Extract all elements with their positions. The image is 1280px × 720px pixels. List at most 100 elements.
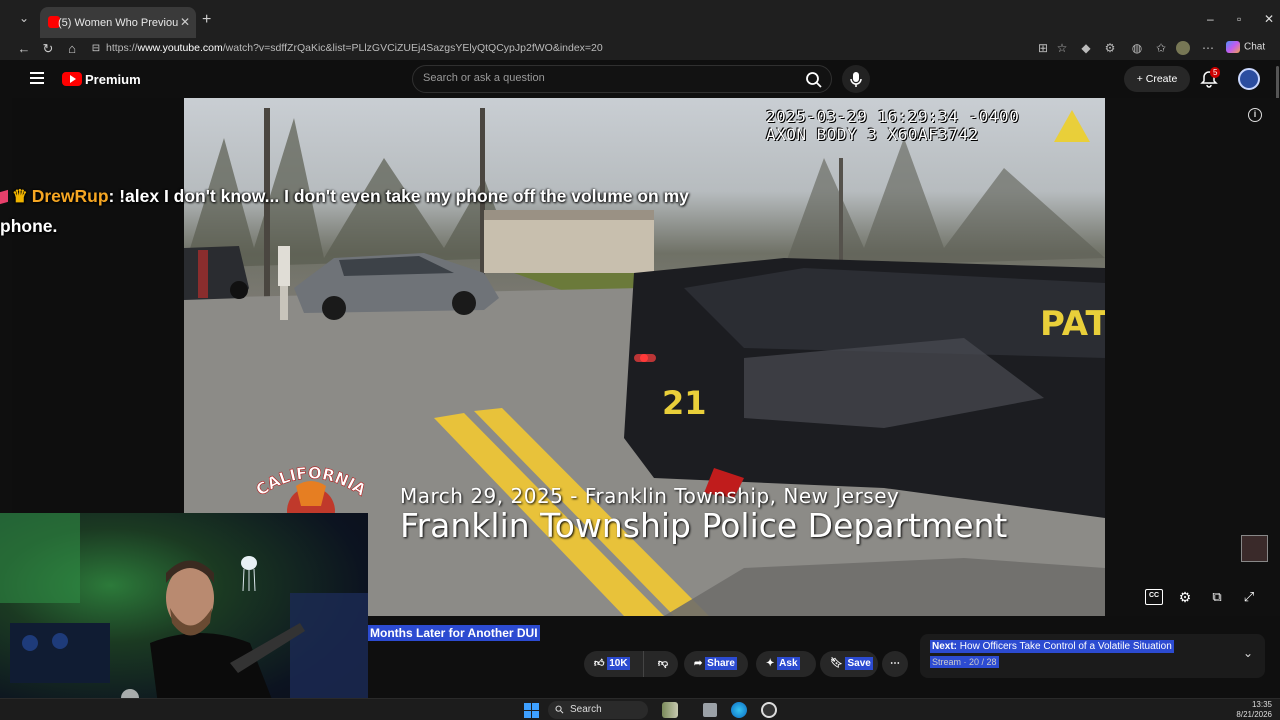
chat-badge-icon xyxy=(0,189,8,205)
save-label: Save xyxy=(845,657,873,670)
system-clock[interactable]: 13:35 8/21/2026 xyxy=(1236,700,1272,720)
chat-username: DrewRup xyxy=(31,186,109,206)
search-box xyxy=(412,65,832,93)
create-button[interactable]: + Create xyxy=(1124,66,1190,92)
next-title-text: How Officers Take Control of a Volatile … xyxy=(959,641,1172,652)
search-icon[interactable] xyxy=(805,71,823,89)
url-host: www.youtube.com xyxy=(137,42,223,54)
url-prefix: https:// xyxy=(106,42,138,54)
thumbs-down-icon: 👎︎ xyxy=(657,658,669,669)
url-path: /watch?v=sdffZrQaKic&list=PLlzGVCiZUEj4S… xyxy=(222,42,603,54)
share-label: Share xyxy=(705,657,737,670)
file-explorer-icon[interactable] xyxy=(703,703,717,717)
taskbar-search[interactable]: Search xyxy=(548,701,648,719)
channel-badge-thumbnail[interactable] xyxy=(1241,535,1268,562)
department-caption: Franklin Township Police Department xyxy=(400,506,1008,545)
jellyfish-lamp-icon xyxy=(241,556,257,592)
car-number: 21 xyxy=(662,384,707,422)
next-prefix: Next: xyxy=(932,641,960,652)
profile-avatar-icon[interactable] xyxy=(1176,41,1190,55)
back-arrow-icon[interactable]: ← xyxy=(16,41,32,57)
create-label: Create xyxy=(1145,73,1178,85)
youtube-play-icon xyxy=(62,72,82,86)
tab-close-icon[interactable]: ✕ xyxy=(180,15,190,29)
edge-browser-icon[interactable] xyxy=(731,702,747,718)
search-input[interactable] xyxy=(423,72,783,84)
reload-icon[interactable]: ↻ xyxy=(40,41,56,57)
create-plus-icon: + xyxy=(1136,73,1146,85)
account-avatar[interactable] xyxy=(1238,68,1260,90)
site-info-icon[interactable]: ⊟ xyxy=(88,41,104,57)
patrol-text: PAT xyxy=(1040,304,1105,344)
extension-camera-icon[interactable]: ◍ xyxy=(1130,41,1144,55)
left-margin xyxy=(12,98,184,513)
youtube-premium-logo[interactable]: Premium xyxy=(62,71,141,87)
playlist-position: Stream · 20 / 28 xyxy=(930,656,999,668)
fullscreen-icon[interactable]: ⤢ xyxy=(1240,589,1258,605)
webcam-scene xyxy=(0,513,368,720)
home-icon[interactable]: ⌂ xyxy=(64,41,80,57)
expand-chevron-icon[interactable]: ⌄ xyxy=(1243,646,1253,660)
like-count: 10K xyxy=(607,657,630,670)
bodycam-stamp: 2025-03-29 16:29:34 -0400 AXON BODY 3 X6… xyxy=(766,108,1019,144)
next-video-title: Next: How Officers Take Control of a Vol… xyxy=(930,640,1174,653)
clock-time: 13:35 xyxy=(1251,700,1272,709)
minimize-icon[interactable]: – xyxy=(1207,12,1214,26)
thumbs-up-icon: 👍︎ xyxy=(594,658,608,669)
miniplayer-icon[interactable]: ⧉ xyxy=(1208,589,1226,605)
save-button[interactable]: 🔖︎ Save xyxy=(820,651,878,677)
obs-app-icon[interactable] xyxy=(761,702,777,718)
logo-text: Premium xyxy=(85,71,141,87)
copilot-chat-button[interactable]: Chat xyxy=(1226,41,1265,53)
ask-button[interactable]: ✦ Ask xyxy=(756,651,816,677)
california-channel-logo: CALIFORNIA xyxy=(256,463,366,516)
voice-search-button[interactable] xyxy=(842,65,870,93)
browser-nav-bar: ← ↻ ⌂ ⊟ https://www.youtube.com/watch?v=… xyxy=(0,38,1280,60)
tab-title: (5) Women Who Previously Blew 0 xyxy=(58,17,178,29)
extension-diamond-icon[interactable]: ◆ xyxy=(1079,41,1093,55)
more-actions-button[interactable]: ⋯ xyxy=(882,651,908,677)
windows-start-icon[interactable] xyxy=(524,703,539,718)
clock-date: 8/21/2026 xyxy=(1236,710,1272,719)
like-dislike-group: 👍︎ 10K 👎︎ xyxy=(584,651,678,677)
hamburger-menu-icon[interactable] xyxy=(30,72,44,84)
bookmark-icon: 🔖︎ xyxy=(830,658,846,669)
close-window-icon[interactable]: ✕ xyxy=(1264,12,1274,26)
captions-icon[interactable]: CC xyxy=(1145,589,1163,605)
maximize-icon[interactable]: ▫ xyxy=(1237,12,1241,26)
extension-puzzle-icon[interactable]: ⚙ xyxy=(1103,41,1117,55)
date-location-caption: March 29, 2025 - Franklin Township, New … xyxy=(400,484,900,508)
youtube-header: Premium + Create 5 xyxy=(0,60,1280,98)
share-arrow-icon: ➦ xyxy=(694,658,706,669)
widgets-icon[interactable] xyxy=(662,702,678,718)
dislike-button[interactable]: 👎︎ xyxy=(648,651,678,677)
windows-taskbar: Search 13:35 8/21/2026 xyxy=(0,698,1280,720)
notification-count-badge: 5 xyxy=(1210,67,1221,78)
app-available-icon[interactable]: ⊞ xyxy=(1036,41,1050,55)
axon-logo xyxy=(1054,110,1090,142)
stream-chat-message: ♛ DrewRup: !alex I don't know... I don't … xyxy=(0,181,720,241)
browser-tab-bar: ⌄ (5) Women Who Previously Blew 0 ✕ + – … xyxy=(0,0,1280,38)
streamer-webcam xyxy=(0,513,368,720)
playlist-next-panel[interactable]: Next: How Officers Take Control of a Vol… xyxy=(920,634,1265,678)
bodycam-device: AXON BODY 3 X60AF3742 xyxy=(766,125,979,144)
sparkle-icon: ✦ xyxy=(766,658,778,669)
tab-list-chevron-icon[interactable]: ⌄ xyxy=(14,11,34,29)
favorites-list-icon[interactable]: ✩ xyxy=(1154,41,1168,55)
new-tab-plus-icon[interactable]: + xyxy=(202,11,211,29)
info-icon[interactable]: i xyxy=(1248,108,1262,122)
browser-tab[interactable]: (5) Women Who Previously Blew 0 ✕ xyxy=(40,7,196,38)
ask-label: Ask xyxy=(777,657,800,670)
like-button[interactable]: 👍︎ 10K xyxy=(584,651,644,677)
more-dots-icon: ⋯ xyxy=(890,658,900,669)
bodycam-timestamp: 2025-03-29 16:29:34 -0400 xyxy=(766,107,1020,126)
chat-label: Chat xyxy=(1244,41,1266,53)
share-button[interactable]: ➦ Share xyxy=(684,651,748,677)
playlist-position-text: Stream · 20 / 28 xyxy=(930,656,999,668)
settings-gear-icon[interactable]: ⚙ xyxy=(1176,589,1194,605)
favorite-star-icon[interactable]: ☆ xyxy=(1055,41,1069,55)
address-bar[interactable]: https://www.youtube.com/watch?v=sdffZrQa… xyxy=(106,42,603,54)
microphone-icon xyxy=(850,72,862,87)
video-title-fragment[interactable]: Months Later for Another DUI xyxy=(368,625,540,641)
browser-menu-icon[interactable]: ⋯ xyxy=(1201,41,1215,55)
